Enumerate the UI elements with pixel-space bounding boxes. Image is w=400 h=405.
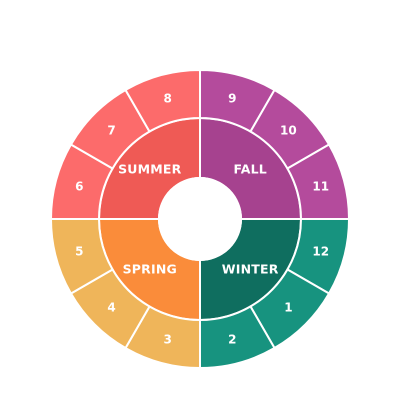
month-label-7: 7: [107, 124, 115, 138]
month-label-8: 8: [163, 91, 171, 105]
month-label-4: 4: [107, 300, 115, 314]
month-label-12: 12: [312, 244, 329, 258]
season-label-summer: SUMMER: [118, 161, 182, 176]
month-label-5: 5: [75, 244, 83, 258]
season-month-wheel: SUMMER 6 7 8 FALL 9 10 11 WINTER 12 1 2 SPRING 3 4 5: [0, 0, 400, 400]
season-label-spring: SPRING: [123, 262, 177, 277]
center-hub: [158, 177, 242, 261]
month-label-11: 11: [312, 180, 329, 194]
wheel-svg: SUMMER678FALL91011WINTER1212SPRING345: [49, 68, 351, 370]
season-label-winter: WINTER: [222, 262, 279, 277]
month-label-6: 6: [75, 180, 83, 194]
season-label-fall: FALL: [233, 161, 267, 176]
month-label-1: 1: [284, 300, 292, 314]
month-label-3: 3: [163, 333, 171, 347]
month-label-2: 2: [228, 333, 236, 347]
month-label-10: 10: [280, 124, 297, 138]
month-label-9: 9: [228, 91, 236, 105]
